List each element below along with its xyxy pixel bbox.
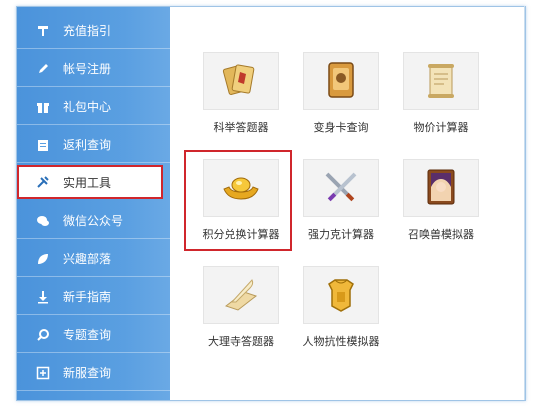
tool-summon-beast-simulator[interactable]: 召唤兽模拟器 <box>391 159 491 249</box>
tool-transform-card-query[interactable]: 变身卡查询 <box>291 52 391 142</box>
tool-tile[interactable] <box>203 266 279 324</box>
highlight-frame <box>184 150 292 251</box>
sidebar-item-label: 专题查询 <box>63 328 112 342</box>
tool-label: 人物抗性模拟器 <box>302 335 380 348</box>
tool-tile[interactable] <box>403 52 479 110</box>
tool-label: 强力克计算器 <box>308 228 374 241</box>
download-icon <box>35 289 51 305</box>
tool-price-calculator[interactable]: 物价计算器 <box>391 52 491 142</box>
tool-label: 召唤兽模拟器 <box>408 228 474 241</box>
crossed-swords-icon <box>325 172 357 202</box>
leaf-icon <box>35 251 51 267</box>
transform-card-icon <box>328 62 354 98</box>
tool-dali-temple-answerer[interactable]: 大理寺答题器 <box>191 266 291 356</box>
tool-label: 物价计算器 <box>413 121 469 134</box>
tool-tile[interactable] <box>403 159 479 217</box>
tool-tile[interactable] <box>303 266 379 324</box>
tool-tile[interactable] <box>203 52 279 110</box>
tool-power-counter-calculator[interactable]: 强力克计算器 <box>291 159 391 249</box>
tool-exam-answerer[interactable]: 科举答题器 <box>191 52 291 142</box>
wechat-icon <box>35 213 51 229</box>
gift-icon <box>35 99 51 115</box>
scroll-icon <box>428 64 454 98</box>
thumbtack-icon <box>35 23 51 39</box>
sidebar-item-gift-center[interactable]: 礼包中心 <box>17 89 170 125</box>
armor-icon <box>328 279 354 312</box>
sidebar-item-label: 返利查询 <box>63 138 112 152</box>
sidebar-item-rebate-query[interactable]: 返利查询 <box>17 127 170 163</box>
sidebar-item-topic-query[interactable]: 专题查询 <box>17 317 170 353</box>
summon-portrait-icon <box>427 169 455 205</box>
sidebar-item-recharge-guide[interactable]: 充值指引 <box>17 13 170 49</box>
tool-tile[interactable] <box>303 159 379 217</box>
sidebar-item-utility-tools[interactable]: 实用工具 <box>17 165 163 199</box>
tool-tile[interactable] <box>303 52 379 110</box>
sidebar-item-label: 充值指引 <box>63 24 112 38</box>
magnifier-icon <box>35 327 51 343</box>
sidebar-item-beginner-guide[interactable]: 新手指南 <box>17 279 170 315</box>
sidebar-item-interest-tribe[interactable]: 兴趣部落 <box>17 241 170 277</box>
quill-paper-icon <box>224 279 258 311</box>
sidebar-item-label: 实用工具 <box>63 175 112 190</box>
sidebar-item-label: 微信公众号 <box>63 214 124 228</box>
sidebar-item-label: 兴趣部落 <box>63 252 112 266</box>
sidebar-item-label: 新手指南 <box>63 290 112 304</box>
sidebar-item-label: 新服查询 <box>63 366 112 380</box>
tool-label: 变身卡查询 <box>313 121 369 134</box>
plus-square-icon <box>35 365 51 381</box>
sidebar-item-new-server-query[interactable]: 新服查询 <box>17 355 170 391</box>
panel-edge <box>524 6 525 400</box>
tool-character-resistance-simulator[interactable]: 人物抗性模拟器 <box>291 266 391 356</box>
tool-label: 大理寺答题器 <box>208 335 274 348</box>
sidebar: 充值指引 帐号注册 礼包中心 返利查询 实用工具 微信公众号 兴趣部落 新手指南… <box>17 7 171 400</box>
tools-icon <box>35 174 51 190</box>
pencil-icon <box>35 61 51 77</box>
sidebar-item-label: 帐号注册 <box>63 62 112 76</box>
sidebar-item-account-register[interactable]: 帐号注册 <box>17 51 170 87</box>
clipboard-icon <box>35 137 51 153</box>
tool-label: 科举答题器 <box>213 121 269 134</box>
sidebar-item-label: 礼包中心 <box>63 100 112 114</box>
sidebar-item-wechat-account[interactable]: 微信公众号 <box>17 203 170 239</box>
exam-cards-icon <box>222 64 255 95</box>
